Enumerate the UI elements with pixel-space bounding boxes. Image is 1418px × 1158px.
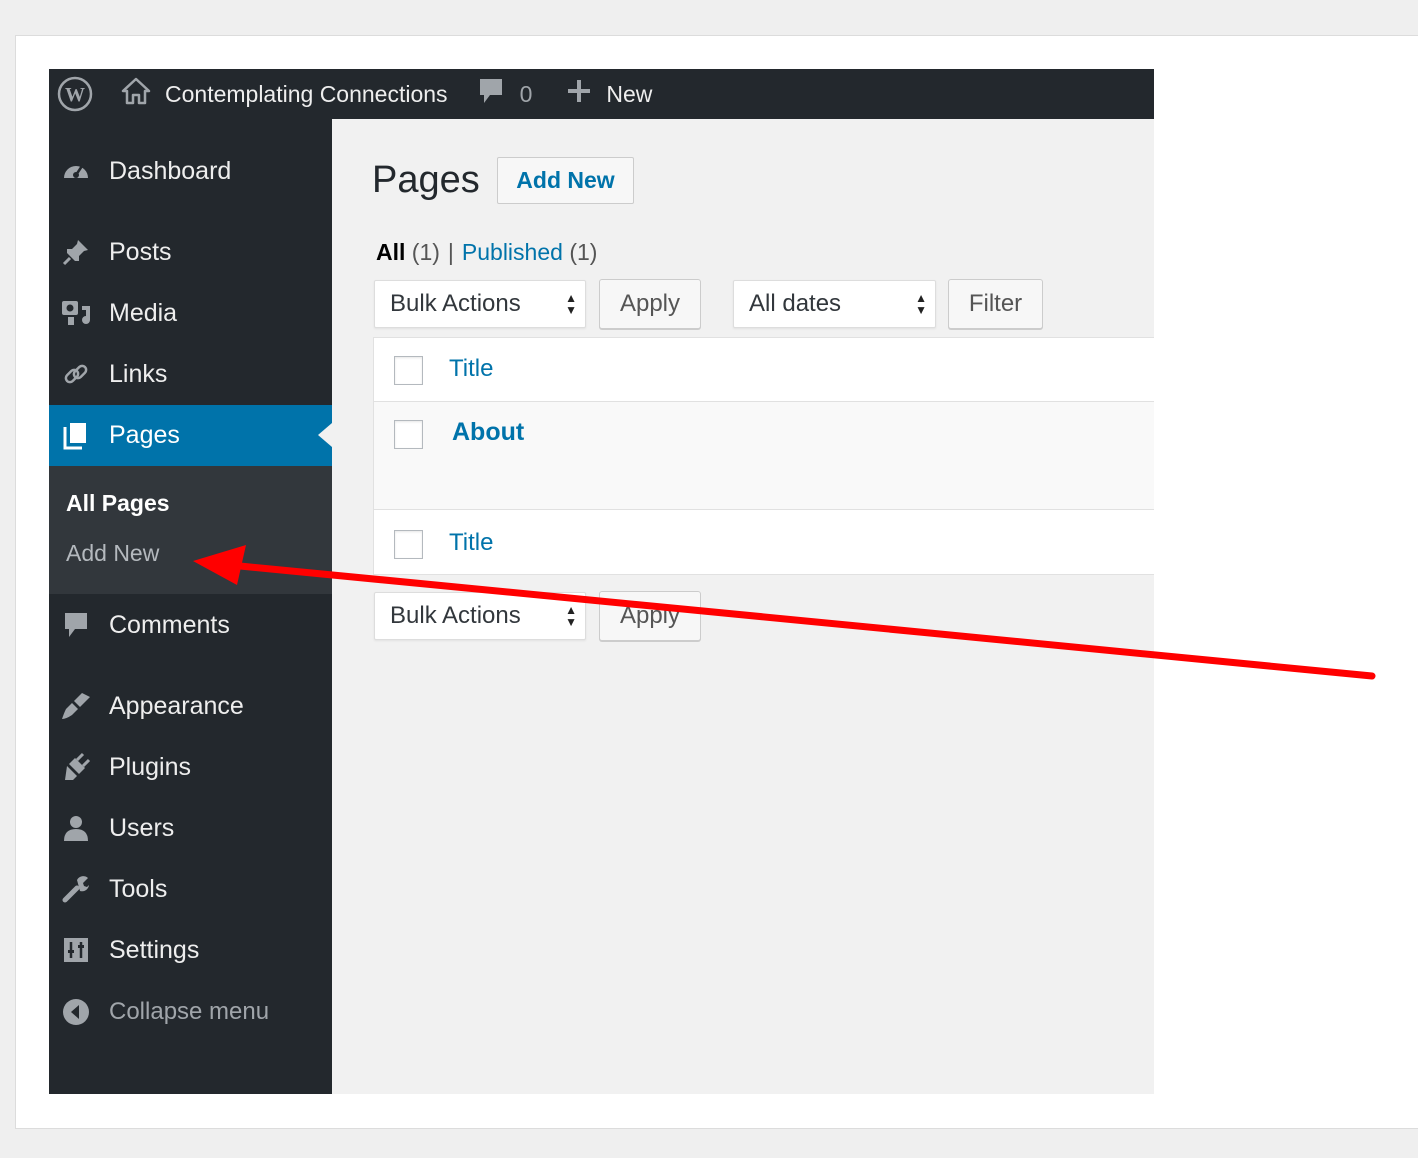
sidebar-item-plugins[interactable]: Plugins	[49, 739, 332, 795]
submenu-add-new[interactable]: Add New	[66, 540, 159, 567]
select-arrows-icon: ▲ ▼	[565, 603, 577, 629]
admin-bar: W Contemplating Connections 0 New	[49, 69, 1154, 119]
pages-table: Title About Title	[373, 337, 1154, 575]
select-all-checkbox[interactable]	[394, 356, 423, 385]
bulk-actions-value: Bulk Actions	[390, 290, 521, 317]
brush-icon	[59, 689, 93, 723]
table-header-row: Title	[374, 338, 1154, 402]
wordpress-logo-icon[interactable]: W	[49, 69, 101, 119]
user-icon	[59, 811, 93, 845]
dashboard-icon	[59, 154, 93, 188]
link-icon	[59, 357, 93, 391]
sidebar-item-label: Posts	[109, 237, 172, 266]
sidebar-item-label: Plugins	[109, 752, 191, 781]
filter-all[interactable]: All (1)	[376, 239, 440, 266]
submenu-all-pages[interactable]: All Pages	[66, 490, 170, 517]
sidebar-item-settings[interactable]: Settings	[49, 922, 332, 978]
sidebar-item-media[interactable]: Media	[49, 285, 332, 341]
filter-all-label: All	[376, 239, 406, 265]
collapse-menu-button[interactable]: Collapse menu	[49, 984, 332, 1040]
comments-count: 0	[519, 80, 533, 107]
sidebar-item-label: Media	[109, 298, 178, 327]
sidebar-item-dashboard[interactable]: Dashboard	[49, 143, 332, 199]
bulk-actions-select-top[interactable]: Bulk Actions ▲ ▼	[374, 280, 586, 328]
row-checkbox[interactable]	[394, 420, 423, 449]
bulk-actions-select-bottom[interactable]: Bulk Actions ▲ ▼	[374, 592, 586, 640]
wordpress-admin: W Contemplating Connections 0 New Dashbo…	[49, 69, 1154, 1094]
dates-filter-value: All dates	[749, 290, 842, 317]
apply-button-bottom[interactable]: Apply	[599, 591, 701, 641]
sidebar-item-pages[interactable]: Pages	[49, 405, 332, 466]
add-new-page-button[interactable]: Add New	[497, 157, 634, 204]
comment-bubble-icon	[478, 77, 504, 111]
sidebar-item-label: Users	[109, 813, 175, 842]
settings-icon	[59, 933, 93, 967]
select-arrows-icon: ▲ ▼	[565, 291, 577, 317]
dates-filter-select[interactable]: All dates ▲ ▼	[733, 280, 936, 328]
collapse-menu-label: Collapse menu	[109, 998, 270, 1025]
apply-button-top[interactable]: Apply	[599, 279, 701, 329]
sidebar-item-label: Tools	[109, 874, 168, 903]
site-name-link[interactable]: Contemplating Connections	[121, 69, 448, 119]
collapse-arrow-icon	[59, 995, 93, 1029]
sidebar-item-appearance[interactable]: Appearance	[49, 678, 332, 734]
comments-link[interactable]: 0	[478, 69, 533, 119]
status-filter-links: All (1) | Published (1)	[376, 239, 597, 266]
pages-icon	[59, 419, 93, 453]
site-name: Contemplating Connections	[165, 80, 448, 107]
plus-icon	[566, 78, 592, 110]
plug-icon	[59, 750, 93, 784]
page-title-link[interactable]: About	[452, 418, 524, 447]
title-column-footer[interactable]: Title	[449, 529, 493, 557]
sidebar-item-label: Links	[109, 359, 168, 388]
table-row: About	[374, 402, 1154, 510]
table-footer-row: Title	[374, 510, 1154, 574]
title-column-header[interactable]: Title	[449, 355, 493, 383]
sidebar-item-posts[interactable]: Posts	[49, 224, 332, 280]
filter-separator: |	[447, 239, 454, 265]
sidebar-item-label: Dashboard	[109, 156, 232, 185]
sidebar-item-label: Settings	[109, 935, 200, 964]
page-title: Pages	[372, 159, 480, 201]
sidebar-item-comments[interactable]: Comments	[49, 597, 332, 653]
sidebar-item-label: Pages	[109, 421, 180, 449]
sidebar-item-tools[interactable]: Tools	[49, 861, 332, 917]
new-label: New	[606, 80, 653, 107]
comment-icon	[59, 608, 93, 642]
filter-published-label: Published	[461, 239, 563, 265]
pin-icon	[59, 235, 93, 269]
sidebar-item-label: Appearance	[109, 691, 244, 720]
admin-sidebar: Dashboard Posts Media Links Pages All Pa…	[49, 119, 332, 1094]
sidebar-item-links[interactable]: Links	[49, 346, 332, 402]
new-content-link[interactable]: New	[566, 69, 652, 119]
select-all-checkbox-footer[interactable]	[394, 530, 423, 559]
pages-submenu: All Pages Add New	[49, 466, 332, 594]
select-arrows-icon: ▲ ▼	[915, 291, 927, 317]
filter-published[interactable]: Published (1)	[462, 239, 598, 266]
filter-published-count: (1)	[569, 239, 598, 265]
media-icon	[59, 296, 93, 330]
sidebar-item-users[interactable]: Users	[49, 800, 332, 856]
filter-button[interactable]: Filter	[948, 279, 1043, 329]
filter-all-count: (1)	[411, 239, 440, 265]
home-icon	[121, 77, 151, 111]
wrench-icon	[59, 872, 93, 906]
bulk-actions-value: Bulk Actions	[390, 602, 521, 629]
svg-text:W: W	[65, 84, 85, 106]
sidebar-item-label: Comments	[109, 610, 230, 639]
